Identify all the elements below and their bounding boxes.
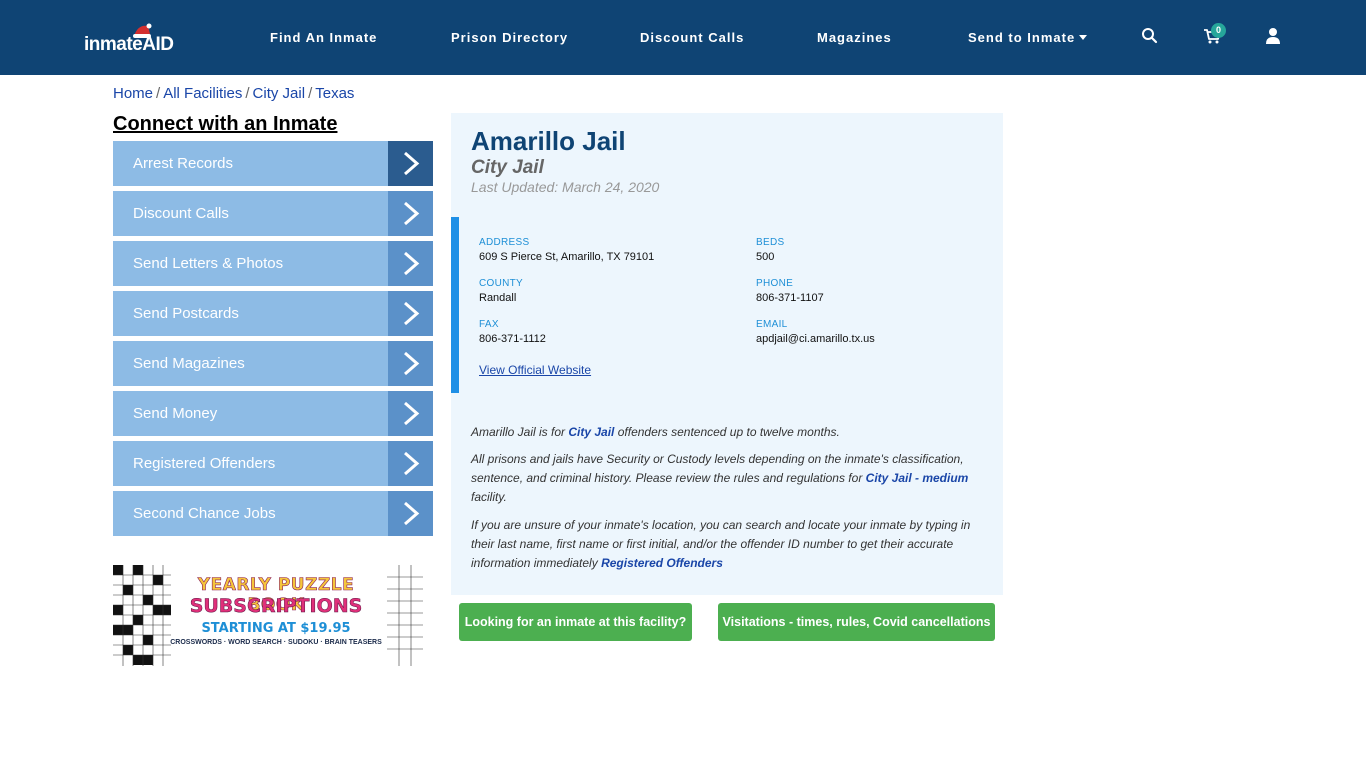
city-jail-medium-link[interactable]: City Jail - medium (866, 471, 969, 485)
sidebar-item-label: Send Postcards (133, 305, 239, 322)
sidebar-item-label: Send Magazines (133, 355, 245, 372)
banner-line-2: SUBSCRIPTIONS (189, 595, 363, 618)
facility-name: Amarillo Jail (471, 126, 626, 156)
logo-text: inmateAID (84, 34, 174, 55)
santa-hat-icon (133, 23, 152, 38)
search-icon[interactable] (1140, 26, 1160, 46)
fax-value: 806-371-1112 (479, 333, 546, 345)
top-navbar: inmateAID Find An Inmate Prison Director… (0, 0, 1366, 75)
breadcrumb: Home / All Facilities / City Jail / Texas (113, 85, 355, 102)
sidebar-item-send-letters-photos[interactable]: Send Letters & Photos (113, 241, 433, 286)
nav-discount-calls[interactable]: Discount Calls (640, 30, 744, 45)
chevron-right-icon (388, 441, 433, 486)
user-icon[interactable] (1263, 26, 1283, 46)
breadcrumb-all-facilities[interactable]: All Facilities (163, 85, 242, 102)
description-paragraph-2: All prisons and jails have Security or C… (471, 452, 969, 504)
site-logo[interactable]: inmateAID (84, 22, 184, 58)
cart-count-badge: 0 (1211, 23, 1226, 38)
sidebar-item-discount-calls[interactable]: Discount Calls (113, 191, 433, 236)
puzzle-book-banner[interactable]: YEARLY PUZZLE BOOK SUBSCRIPTIONS STARTIN… (113, 565, 423, 666)
nav-magazines[interactable]: Magazines (817, 30, 892, 45)
address-label: ADDRESS (479, 237, 530, 248)
chevron-right-icon (388, 291, 433, 336)
sidebar-title: Connect with an Inmate (113, 113, 338, 135)
sidebar-item-arrest-records[interactable]: Arrest Records (113, 141, 433, 186)
sidebar-item-send-postcards[interactable]: Send Postcards (113, 291, 433, 336)
nav-send-to-inmate-label: Send to Inmate (968, 30, 1076, 45)
city-jail-link[interactable]: City Jail (568, 425, 614, 439)
chevron-right-icon (388, 391, 433, 436)
chevron-right-icon (388, 191, 433, 236)
banner-line-4: CROSSWORDS · WORD SEARCH · SUDOKU · BRAI… (170, 639, 382, 646)
sidebar-item-label: Send Letters & Photos (133, 255, 284, 272)
nav-send-to-inmate[interactable]: Send to Inmate (968, 30, 1088, 45)
facility-type: City Jail (471, 157, 544, 178)
sidebar-item-registered-offenders[interactable]: Registered Offenders (113, 441, 433, 486)
nav-prison-directory[interactable]: Prison Directory (451, 30, 568, 45)
email-label: EMAIL (756, 319, 788, 330)
chevron-right-icon (388, 341, 433, 386)
chevron-right-icon (388, 241, 433, 286)
county-value: Randall (479, 292, 517, 304)
sudoku-grid-graphic (387, 565, 423, 666)
chevron-right-icon (388, 491, 433, 536)
sidebar-item-label: Second Chance Jobs (133, 505, 276, 522)
description-paragraph-3: If you are unsure of your inmate's locat… (471, 518, 971, 570)
crossword-grid-graphic (113, 565, 171, 666)
nav-find-inmate[interactable]: Find An Inmate (270, 30, 377, 45)
beds-label: BEDS (756, 237, 785, 248)
facility-last-updated: Last Updated: March 24, 2020 (471, 179, 660, 195)
breadcrumb-texas[interactable]: Texas (315, 85, 354, 102)
sidebar-item-label: Discount Calls (133, 205, 229, 222)
breadcrumb-city-jail[interactable]: City Jail (253, 85, 306, 102)
visitations-button[interactable]: Visitations - times, rules, Covid cancel… (718, 603, 995, 641)
address-value: 609 S Pierce St, Amarillo, TX 79101 (479, 251, 655, 263)
beds-value: 500 (756, 251, 775, 263)
county-label: COUNTY (479, 278, 524, 289)
find-inmate-at-facility-button[interactable]: Looking for an inmate at this facility? (459, 603, 692, 641)
fax-label: FAX (479, 319, 499, 330)
phone-value: 806-371-1107 (756, 292, 824, 304)
chevron-right-icon (388, 141, 433, 186)
registered-offenders-link[interactable]: Registered Offenders (601, 556, 723, 570)
phone-label: PHONE (756, 278, 794, 289)
sidebar-item-send-magazines[interactable]: Send Magazines (113, 341, 433, 386)
email-value: apdjail@ci.amarillo.tx.us (756, 333, 875, 345)
description-paragraph-1: Amarillo Jail is for City Jail offenders… (471, 425, 840, 439)
sidebar-item-label: Arrest Records (133, 155, 234, 172)
banner-line-3: STARTING AT $19.95 (201, 621, 351, 636)
caret-down-icon (1079, 35, 1088, 40)
official-website-link[interactable]: View Official Website (479, 363, 591, 377)
sidebar-item-label: Registered Offenders (133, 455, 276, 472)
sidebar-item-label: Send Money (133, 405, 218, 422)
sidebar-item-second-chance-jobs[interactable]: Second Chance Jobs (113, 491, 433, 536)
sidebar-item-send-money[interactable]: Send Money (113, 391, 433, 436)
breadcrumb-home[interactable]: Home (113, 85, 153, 102)
